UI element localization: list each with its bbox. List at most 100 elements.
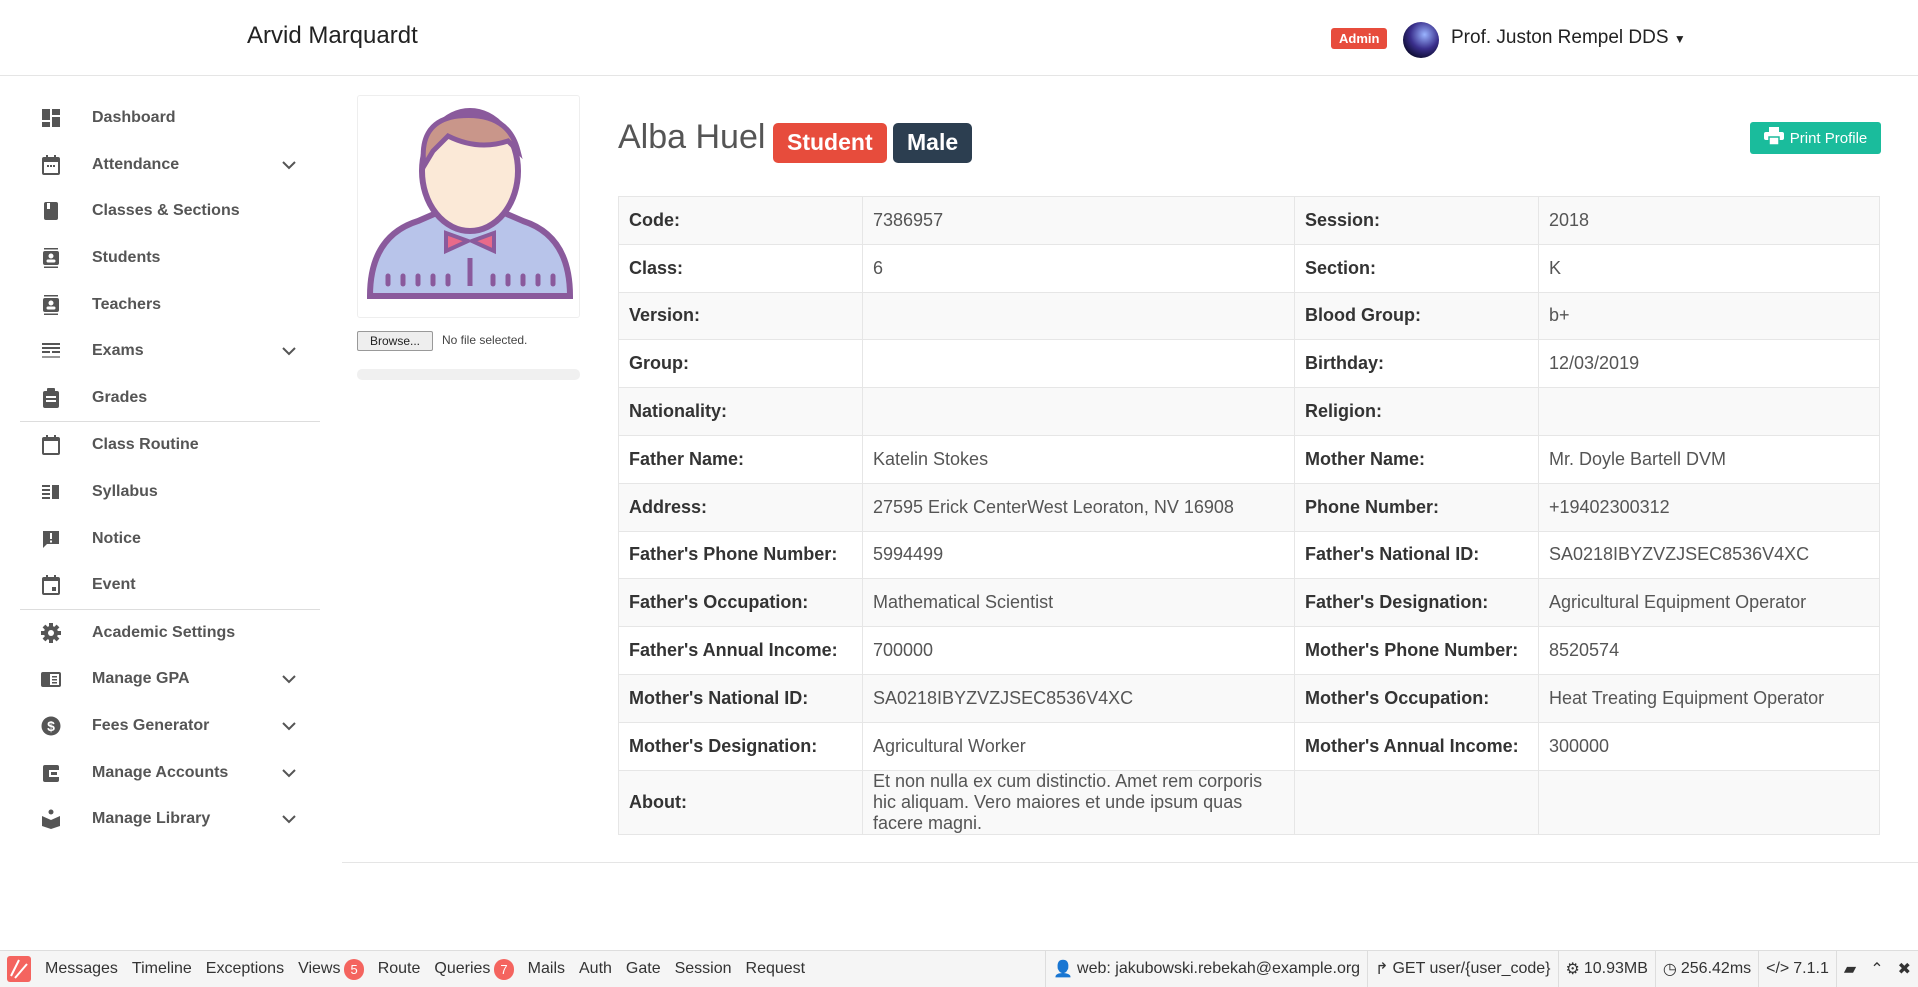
sidebar-item-event[interactable]: Event [20, 562, 320, 609]
debugbar-tab-request[interactable]: Request [739, 951, 813, 987]
sidebar-item-notice[interactable]: Notice [20, 515, 320, 562]
debugbar-route[interactable]: ↱ GET user/{user_code} [1367, 951, 1557, 987]
sidebar: Dashboard Attendance Classes & Sections Stu… [20, 95, 320, 843]
sidebar-item-label: Manage Accounts [92, 763, 229, 781]
print-profile-button[interactable]: Print Profile [1750, 122, 1881, 154]
field-label: Mother's Annual Income: [1294, 721, 1539, 771]
debugbar-tab-route[interactable]: Route [371, 951, 428, 987]
field-label: Session: [1294, 196, 1539, 245]
chrome-reader-icon [40, 668, 62, 690]
debugbar-open-button[interactable]: ▰ [1835, 951, 1863, 987]
user-avatar-illustration [366, 108, 574, 299]
debugbar-tab-exceptions[interactable]: Exceptions [199, 951, 291, 987]
field-value: b+ [1538, 291, 1880, 341]
sidebar-item-syllabus[interactable]: Syllabus [20, 469, 320, 516]
sidebar-item-manage-library[interactable]: Manage Library [20, 796, 320, 843]
sidebar-item-class-routine[interactable]: Class Routine [20, 422, 320, 469]
sidebar-item-fees-generator[interactable]: $ Fees Generator [20, 703, 320, 750]
field-label: Mother's Occupation: [1294, 673, 1539, 723]
debugbar-tab-label: Timeline [131, 960, 192, 977]
user-name: Prof. Juston Rempel DDS [1451, 27, 1669, 48]
sidebar-item-academic-settings[interactable]: Academic Settings [20, 610, 320, 657]
debugbar-user-text: web: jakubowski.rebekah@example.org [1077, 960, 1361, 977]
sidebar-item-grades[interactable]: Grades [20, 375, 320, 422]
debugbar-time[interactable]: ◷ 256.42ms [1654, 951, 1758, 987]
field-value: SA0218IBYZVZJSEC8536V4XC [1538, 530, 1880, 580]
table-row: Version: Blood Group: b+ [618, 291, 1880, 341]
share-icon: ↱ [1375, 961, 1389, 978]
field-label: Mother's National ID: [618, 673, 863, 723]
debugbar-tab-messages[interactable]: Messages [38, 951, 125, 987]
chevron-down-icon[interactable] [282, 811, 296, 827]
sidebar-item-label: Manage Library [92, 810, 211, 828]
field-label: Father's National ID: [1294, 530, 1539, 580]
sidebar-item-manage-gpa[interactable]: Manage GPA [20, 656, 320, 703]
debugbar-tab-timeline[interactable]: Timeline [125, 951, 199, 987]
debugbar-tab-queries[interactable]: Queries 7 [427, 951, 520, 987]
debugbar-memory-text: 10.93MB [1583, 960, 1648, 977]
debugbar-tab-label: Queries [434, 960, 491, 977]
chevron-down-icon[interactable] [282, 718, 296, 734]
debugbar-tab-label: Gate [625, 960, 661, 977]
gear-icon [40, 622, 62, 644]
field-label: Version: [618, 291, 863, 341]
debugbar-tab-session[interactable]: Session [668, 951, 739, 987]
debugbar-version-text: 7.1.1 [1793, 960, 1829, 977]
chevron-up-icon: ⌃ [1870, 961, 1884, 978]
debugbar-tab-gate[interactable]: Gate [619, 951, 668, 987]
debugbar-tab-views[interactable]: Views 5 [291, 951, 371, 987]
debugbar-user[interactable]: 👤 web: jakubowski.rebekah@example.org [1045, 951, 1367, 987]
event-icon [40, 574, 62, 596]
table-row: Mother's Designation: Agricultural Worker… [618, 721, 1880, 771]
field-label: Mother's Phone Number: [1294, 626, 1539, 675]
table-row: Mother's National ID: SA0218IBYZVZJSEC853… [618, 673, 1880, 723]
chevron-down-icon[interactable] [282, 765, 296, 781]
debugbar-tab-label: Request [745, 960, 806, 977]
field-label [1294, 769, 1539, 835]
table-row: Father's Phone Number: 5994499 Father's Na… [618, 530, 1880, 580]
syllabus-icon [40, 481, 62, 503]
gender-badge: Male [893, 123, 973, 163]
alert-message-icon [40, 528, 62, 550]
field-label: Nationality: [618, 387, 863, 436]
debugbar-logo-icon[interactable] [0, 951, 38, 987]
sidebar-item-teachers[interactable]: Teachers [20, 281, 320, 328]
debugbar-tab-mails[interactable]: Mails [521, 951, 572, 987]
debugbar-version[interactable]: </> 7.1.1 [1758, 951, 1836, 987]
library-icon [40, 808, 62, 830]
browse-button[interactable]: Browse... [357, 331, 434, 351]
avatar[interactable] [1403, 22, 1439, 58]
field-label: Mother Name: [1294, 434, 1539, 484]
chevron-down-icon[interactable] [282, 157, 296, 173]
printer-icon [1763, 127, 1784, 149]
close-icon: ✖ [1897, 961, 1911, 978]
sidebar-item-manage-accounts[interactable]: Manage Accounts [20, 749, 320, 796]
debugbar-maximize-button[interactable]: ⌃ [1863, 951, 1890, 987]
wallet-icon [40, 762, 62, 784]
debugbar-memory[interactable]: ⚙ 10.93MB [1557, 951, 1655, 987]
debugbar-tab-auth[interactable]: Auth [572, 951, 619, 987]
chevron-down-icon[interactable] [282, 343, 296, 359]
sidebar-item-dashboard[interactable]: Dashboard [20, 95, 320, 142]
chevron-down-icon[interactable] [282, 671, 296, 687]
field-value: 7386957 [862, 196, 1295, 245]
sidebar-item-students[interactable]: Students [20, 235, 320, 282]
field-label: Father Name: [618, 434, 863, 484]
field-value: 27595 Erick CenterWest Leoraton, NV 1690… [862, 482, 1295, 532]
field-value: 12/03/2019 [1538, 339, 1880, 389]
count-badge: 7 [494, 958, 514, 980]
upload-progress-bar [357, 369, 580, 380]
sidebar-item-attendance[interactable]: Attendance [20, 142, 320, 189]
user-menu[interactable]: Prof. Juston Rempel DDS ▼ [1451, 27, 1686, 49]
sidebar-item-classes-sections[interactable]: Classes & Sections [20, 188, 320, 235]
sidebar-item-label: Academic Settings [92, 623, 236, 641]
field-value: Katelin Stokes [862, 434, 1295, 484]
field-value: +19402300312 [1538, 482, 1880, 532]
sidebar-item-label: Attendance [92, 155, 180, 173]
field-label: Group: [618, 339, 863, 389]
app-title[interactable]: Arvid Marquardt [247, 22, 418, 50]
sidebar-item-exams[interactable]: Exams [20, 328, 320, 375]
debugbar-close-button[interactable]: ✖ [1891, 951, 1918, 987]
field-value: Mathematical Scientist [862, 578, 1295, 628]
sidebar-item-label: Teachers [92, 295, 162, 313]
